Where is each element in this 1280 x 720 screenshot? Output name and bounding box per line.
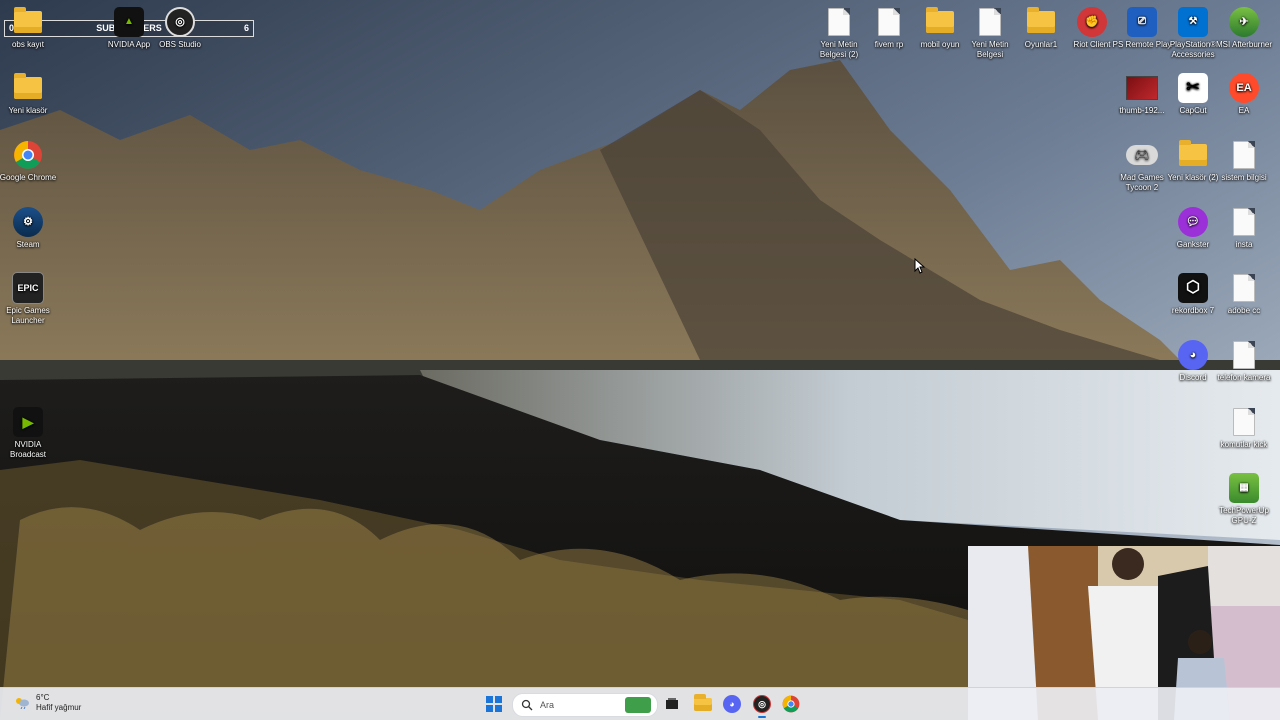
desktop-icon-label: adobe cc [1227,306,1261,315]
search-highlight-icon [625,697,651,713]
desktop-icon-obs-studio[interactable]: ◎ OBS Studio [149,6,211,50]
playstation-icon: ⚒ [1178,7,1208,37]
weather-widget[interactable]: 6°C Hafif yağmur [14,693,81,713]
desktop-icon-ea[interactable]: EA EA [1213,72,1275,116]
desktop-icon-komutlar-kick[interactable]: komutlar kick [1213,406,1275,450]
desktop-icon-label: komutlar kick [1220,440,1268,449]
desktop-icon-insta[interactable]: insta [1213,206,1275,250]
desktop-icon-label: NVIDIA Broadcast [9,440,47,459]
riot-icon: ✊ [1077,7,1107,37]
text-file-icon [828,8,850,36]
start-button[interactable] [486,696,502,712]
nvidia-broadcast-icon: ▶ [13,407,43,437]
folder-icon [14,73,42,99]
task-view-icon [666,698,678,709]
desktop-icon-label: Yeni klasör [8,106,48,115]
msi-icon: ✈ [1229,7,1259,37]
taskbar-search-box[interactable]: Ara [512,693,658,717]
folder-icon [1179,140,1207,166]
desktop-icon-label: obs kayıt [11,40,44,49]
desktop-icon-msi-afterburner[interactable]: ✈ MSI Afterburner [1213,6,1275,50]
desktop-icon-steam[interactable]: ⚙ Steam [0,206,59,250]
ea-icon: EA [1229,73,1259,103]
discord-icon: ◕ [1178,340,1208,370]
taskbar-chrome[interactable] [781,694,801,714]
desktop-icon-label: sistem bilgisi [1221,173,1267,182]
mouse-cursor-icon [914,258,926,274]
nvidia-icon: ▲ [114,7,144,37]
text-file-icon [878,8,900,36]
desktop-icon-label: Google Chrome [0,173,57,182]
image-file-icon [1126,76,1158,100]
text-file-icon [1233,141,1255,169]
text-file-icon [1233,341,1255,369]
desktop-icon-yeni-klasor[interactable]: Yeni klasör [0,72,59,116]
desktop-icon-sistem-bilgisi[interactable]: sistem bilgisi [1213,139,1275,183]
search-icon [521,699,533,711]
desktop-icon-label: Steam [16,240,40,249]
text-file-icon [1233,408,1255,436]
desktop-icon-label: EA [1238,106,1250,115]
desktop-icon-label: Epic Games Launcher [6,306,50,325]
desktop-icon-telefon-kamera[interactable]: telefon kamera [1213,339,1275,383]
capcut-icon: ✂ [1178,73,1208,103]
desktop-icon-label: insta [1235,240,1253,249]
obs-icon: ◎ [753,695,771,713]
taskbar-file-explorer[interactable] [693,693,713,714]
epic-icon: EPIC [12,272,44,304]
weather-rain-icon [16,698,29,709]
folder-icon [1027,7,1055,33]
text-file-icon [979,8,1001,36]
taskbar: 6°C Hafif yağmur Ara ◕ ◎ [0,687,1280,720]
weather-temperature: 6°C [36,693,50,702]
steam-icon: ⚙ [13,207,43,237]
desktop-icon-label: MSI Afterburner [1215,40,1273,49]
rekordbox-icon: ⬡ [1178,273,1208,303]
file-explorer-icon [694,693,712,711]
weather-description: Hafif yağmur [36,703,82,712]
gamepad-icon: 🎮︎ [1126,145,1158,165]
desktop-icon-label: OBS Studio [159,40,201,49]
gankster-icon: 💬︎ [1178,207,1208,237]
folder-icon [14,7,42,33]
task-view-button[interactable] [662,694,682,714]
desktop-icon-adobe-cc[interactable]: adobe cc [1213,272,1275,316]
windows-logo-icon [486,696,493,703]
text-file-icon [1233,208,1255,236]
desktop-icon-google-chrome[interactable]: Google Chrome [0,139,59,183]
desktop-icon-obs-kayit[interactable]: obs kayıt [0,6,59,50]
taskbar-discord[interactable]: ◕ [722,694,742,714]
text-file-icon [1233,274,1255,302]
desktop-icon-epic-games[interactable]: EPIC Epic Games Launcher [0,272,59,326]
chrome-icon [782,695,800,713]
subscriber-goal-count: 6 [243,23,249,33]
search-placeholder: Ara [540,700,555,710]
gpuz-icon: ▦ [1229,473,1259,503]
folder-icon [926,7,954,33]
ps-remote-icon: ⎚ [1127,7,1157,37]
desktop-icon-gpu-z[interactable]: ▦ TechPowerUp GPU-Z [1213,472,1275,526]
chrome-icon [14,141,42,169]
desktop-icon-nvidia-broadcast[interactable]: ▶ NVIDIA Broadcast [0,406,59,460]
desktop-icon-label: telefon kamera [1217,373,1271,382]
taskbar-obs[interactable]: ◎ [752,694,772,718]
desktop-icon-label: TechPowerUp GPU-Z [1219,506,1269,525]
obs-icon: ◎ [165,7,195,37]
discord-icon: ◕ [723,695,741,713]
